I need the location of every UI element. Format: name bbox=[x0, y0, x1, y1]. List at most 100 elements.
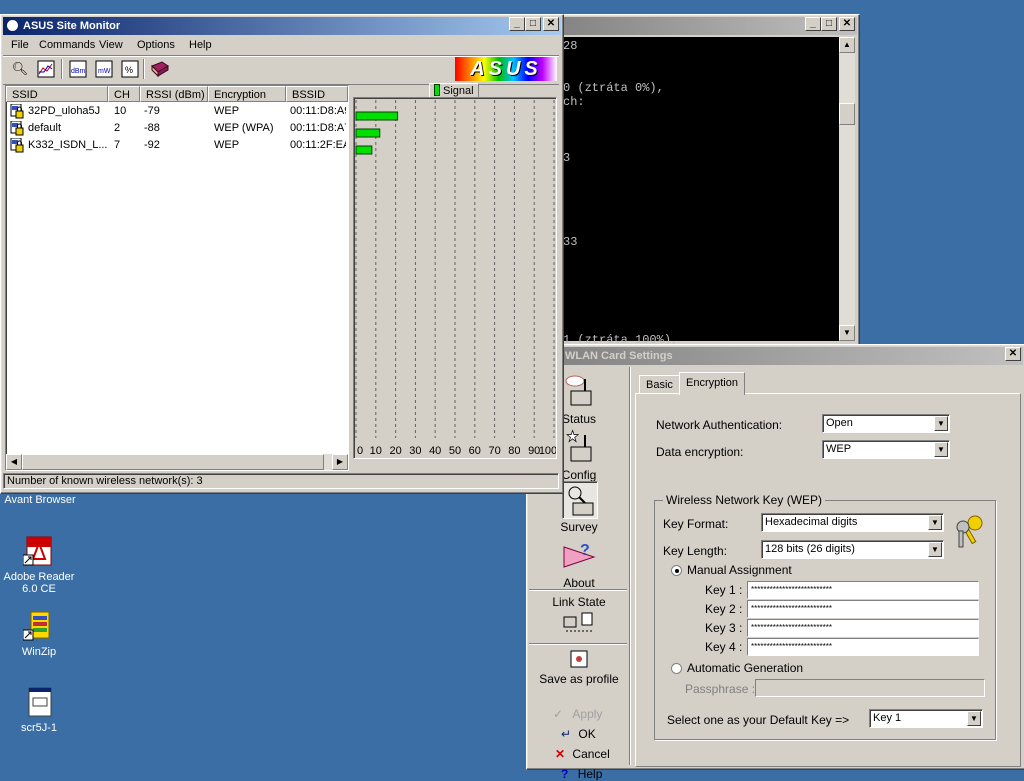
automatic-generation-radio[interactable] bbox=[671, 663, 682, 674]
about-label: About bbox=[563, 576, 595, 590]
manual-assignment-label[interactable]: Manual Assignment bbox=[687, 563, 792, 577]
key-format-select[interactable]: Hexadecimal digits ▼ bbox=[761, 513, 944, 532]
config-icon bbox=[566, 429, 592, 462]
table-row[interactable]: 32PD_uloha5J 10 -79 WEP 00:11:D8:A9 bbox=[6, 103, 348, 120]
percent-icon[interactable]: % bbox=[119, 58, 141, 80]
default-key-select[interactable]: Key 1 ▼ bbox=[869, 709, 983, 728]
cell-bssid: 00:11:D8:A7 bbox=[290, 122, 346, 134]
book-icon[interactable] bbox=[149, 58, 171, 80]
apply-button[interactable]: ✓ Apply bbox=[553, 707, 602, 721]
help-button[interactable]: ? Help bbox=[561, 767, 602, 781]
key-2-label: Key 2 : bbox=[705, 602, 743, 616]
menu-commands[interactable]: Commands bbox=[35, 36, 99, 54]
cancel-button[interactable]: ✕ Cancel bbox=[555, 747, 610, 761]
manual-assignment-radio[interactable] bbox=[671, 565, 682, 576]
table-row[interactable]: K332_ISDN_L... 7 -92 WEP 00:11:2F:EA bbox=[6, 137, 348, 154]
chevron-down-icon[interactable]: ▼ bbox=[934, 416, 948, 431]
side-divider-2 bbox=[529, 643, 627, 645]
signal-tick-label: 50 bbox=[449, 445, 461, 457]
horizontal-scrollbar[interactable]: ◀ ▶ bbox=[6, 454, 348, 470]
console-line: 33 bbox=[563, 235, 578, 249]
ok-button[interactable]: ↵ OK bbox=[561, 727, 596, 741]
avant-browser-label: Avant Browser bbox=[4, 494, 76, 506]
tab-encryption[interactable]: Encryption bbox=[679, 372, 745, 395]
maximize-button[interactable]: □ bbox=[821, 17, 837, 31]
column-header-rssi-dbm[interactable]: RSSI (dBm) bbox=[140, 86, 208, 102]
menu-help[interactable]: Help bbox=[185, 36, 216, 54]
menu-options[interactable]: Options bbox=[133, 36, 179, 54]
link-state-label: Link State bbox=[552, 595, 606, 609]
cancel-x-icon: ✕ bbox=[555, 747, 566, 761]
key-1-input[interactable]: ************************** bbox=[747, 581, 979, 599]
automatic-generation-label[interactable]: Automatic Generation bbox=[687, 661, 803, 675]
desktop-icon-avant-browser[interactable]: Avant Browser bbox=[0, 494, 80, 506]
status-bar: Number of known wireless network(s): 3 bbox=[3, 473, 559, 489]
link-state-button[interactable]: Link State bbox=[529, 595, 629, 638]
scroll-right-button[interactable]: ▶ bbox=[332, 454, 348, 470]
close-button[interactable]: ✕ bbox=[839, 17, 855, 31]
close-button[interactable]: ✕ bbox=[543, 17, 559, 31]
survey-label: Survey bbox=[560, 520, 598, 534]
lock-icon bbox=[10, 120, 24, 136]
network-auth-select[interactable]: Open ▼ bbox=[822, 414, 950, 433]
dbm-icon[interactable]: dBm bbox=[67, 58, 89, 80]
chart-icon[interactable] bbox=[35, 58, 57, 80]
svg-text:?: ? bbox=[580, 542, 590, 559]
network-list: SSID CH RSSI (dBm) Encryption BSSID 32PD_ulo… bbox=[5, 85, 349, 471]
search-icon[interactable]: 🔍︎ bbox=[9, 58, 31, 80]
cell-ssid: K332_ISDN_L... bbox=[28, 139, 108, 151]
minimize-button[interactable]: _ bbox=[509, 17, 525, 31]
console-scrollbar[interactable]: ▲ ▼ bbox=[839, 37, 855, 341]
maximize-button[interactable]: □ bbox=[525, 17, 541, 31]
status-icon bbox=[565, 375, 592, 406]
tab-basic[interactable]: Basic bbox=[639, 375, 680, 395]
key-length-value: 128 bits (26 digits) bbox=[765, 543, 855, 555]
scroll-thumb[interactable] bbox=[22, 454, 324, 470]
key-2-input[interactable]: ************************** bbox=[747, 600, 979, 618]
asus-logo: ASUS bbox=[455, 57, 557, 81]
scroll-thumb[interactable] bbox=[839, 103, 855, 125]
help-label: Help bbox=[577, 767, 603, 781]
column-header-ch[interactable]: CH bbox=[108, 86, 140, 102]
save-profile-button[interactable]: Save as profile bbox=[529, 649, 629, 686]
key-3-input[interactable]: ************************** bbox=[747, 619, 979, 637]
signal-tick-label: 70 bbox=[488, 445, 500, 457]
desktop-icon-winzip[interactable]: WinZip bbox=[0, 610, 78, 658]
desktop-icon-adobe-reader[interactable]: Adobe Reader 6.0 CE bbox=[0, 535, 78, 595]
scr5j-label: scr5J-1 bbox=[20, 722, 58, 734]
console-line: 0 (ztráta 0%), bbox=[563, 81, 664, 95]
data-enc-value: WEP bbox=[826, 443, 852, 455]
apply-check-icon: ✓ bbox=[553, 707, 564, 721]
wlan-title: WLAN Card Settings bbox=[565, 350, 673, 362]
scroll-down-button[interactable]: ▼ bbox=[839, 325, 855, 341]
wlan-close-button[interactable]: ✕ bbox=[1005, 347, 1021, 361]
svg-text:dBm: dBm bbox=[71, 68, 86, 75]
save-profile-icon bbox=[570, 650, 588, 668]
survey-icon bbox=[568, 486, 594, 516]
about-button[interactable]: ? About bbox=[529, 537, 629, 590]
key-length-select[interactable]: 128 bits (26 digits) ▼ bbox=[761, 540, 944, 559]
signal-bar bbox=[355, 111, 399, 121]
scroll-up-button[interactable]: ▲ bbox=[839, 37, 855, 53]
mw-icon[interactable]: mW bbox=[93, 58, 115, 80]
table-row[interactable]: default 2 -88 WEP (WPA) 00:11:D8:A7 bbox=[6, 120, 348, 137]
key-4-input[interactable]: ************************** bbox=[747, 638, 979, 656]
default-key-label: Select one as your Default Key => bbox=[667, 713, 850, 727]
desktop-icon-scr5j[interactable]: scr5J-1 bbox=[0, 686, 78, 734]
console-line: 3 bbox=[563, 151, 571, 165]
keys-icon bbox=[953, 513, 987, 552]
menu-view[interactable]: View bbox=[95, 36, 127, 54]
column-header-ssid[interactable]: SSID bbox=[6, 86, 108, 102]
scroll-left-button[interactable]: ◀ bbox=[6, 454, 22, 470]
chevron-down-icon[interactable]: ▼ bbox=[928, 515, 942, 530]
minimize-button[interactable]: _ bbox=[805, 17, 821, 31]
chevron-down-icon[interactable]: ▼ bbox=[928, 542, 942, 557]
chevron-down-icon[interactable]: ▼ bbox=[967, 711, 981, 726]
asus-app-icon bbox=[6, 19, 19, 32]
winzip-label: WinZip bbox=[21, 646, 57, 658]
column-header-encryption[interactable]: Encryption bbox=[208, 86, 286, 102]
chevron-down-icon[interactable]: ▼ bbox=[934, 442, 948, 457]
column-header-bssid[interactable]: BSSID bbox=[286, 86, 348, 102]
menu-file[interactable]: File bbox=[7, 36, 33, 54]
data-enc-select[interactable]: WEP ▼ bbox=[822, 440, 950, 459]
